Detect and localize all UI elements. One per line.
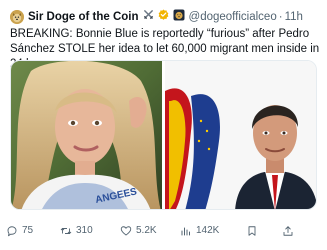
heart-icon — [120, 226, 132, 236]
header-separator: · — [278, 11, 283, 23]
display-name[interactable]: Sir Doge of the Coin — [28, 9, 139, 25]
tweet-card[interactable]: Sir Doge of the Coin @dogeofficialceo · … — [0, 0, 327, 250]
tweet-media: ANGEES — [10, 60, 317, 210]
doge-emoji-icon — [173, 9, 185, 26]
share-button[interactable] — [282, 222, 294, 240]
views-chart-icon — [181, 227, 190, 236]
photo-woman-selfie[interactable]: ANGEES — [11, 61, 162, 209]
share-icon — [283, 226, 293, 236]
tweet-header: Sir Doge of the Coin @dogeofficialceo · … — [28, 9, 303, 25]
reply-icon — [7, 226, 17, 237]
avatar[interactable] — [10, 10, 24, 24]
bookmark-button[interactable] — [246, 222, 258, 240]
bookmark-icon — [248, 226, 256, 236]
reply-count: 75 — [22, 225, 34, 236]
repost-button[interactable]: 310 — [60, 222, 93, 240]
user-handle[interactable]: @dogeofficialceo — [189, 9, 277, 25]
repost-count: 310 — [76, 225, 93, 236]
verified-badge-icon[interactable] — [158, 9, 169, 25]
repost-icon — [60, 227, 72, 235]
photo-man-flags[interactable] — [165, 61, 316, 209]
like-count: 5.2K — [136, 225, 157, 236]
like-button[interactable]: 5.2K — [120, 222, 157, 240]
reply-button[interactable]: 75 — [6, 222, 33, 240]
action-bar: 75 310 5.2K 142K — [0, 222, 327, 240]
views-button[interactable]: 142K — [180, 222, 219, 240]
views-count: 142K — [196, 225, 220, 236]
crossed-swords-icon — [143, 9, 154, 25]
tweet-timestamp[interactable]: 11h — [285, 9, 303, 25]
